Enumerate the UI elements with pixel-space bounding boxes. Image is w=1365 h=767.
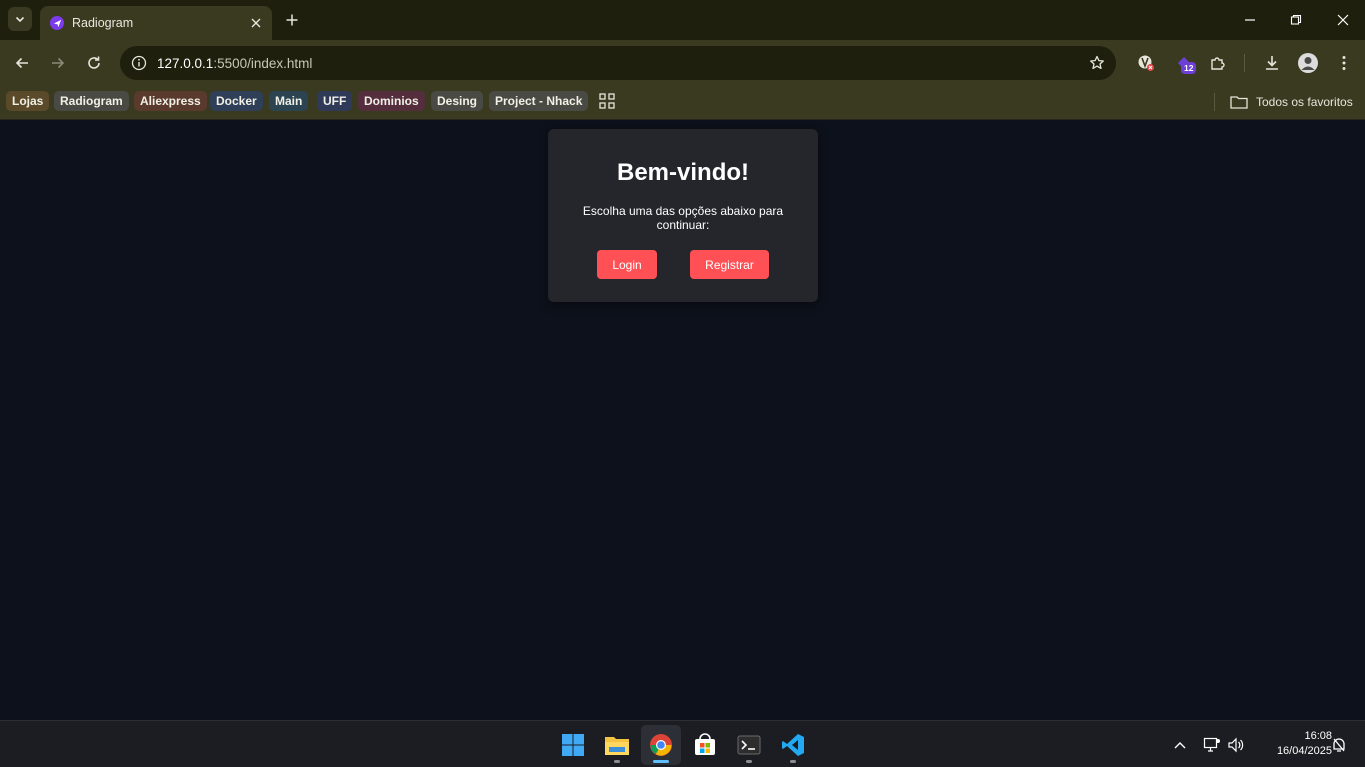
bookmark-star-icon[interactable] — [1086, 52, 1108, 74]
profile-avatar[interactable] — [1296, 51, 1320, 75]
address-bar[interactable]: 127.0.0.1:5500/index.html — [120, 46, 1116, 80]
volume-icon[interactable] — [1226, 735, 1246, 755]
folder-icon — [1230, 95, 1248, 109]
taskbar-chrome[interactable] — [641, 725, 681, 765]
start-button[interactable] — [553, 725, 593, 765]
all-bookmarks-label: Todos os favoritos — [1256, 95, 1353, 109]
bookmark-aliexpress[interactable]: Aliexpress — [134, 91, 207, 111]
notifications-icon[interactable] — [1329, 735, 1349, 755]
restore-icon[interactable] — [1284, 8, 1308, 32]
extension-blocked-icon[interactable] — [1134, 51, 1158, 75]
page-title: Bem-vindo! — [617, 159, 749, 186]
toolbar-divider — [1244, 54, 1245, 72]
taskbar-terminal[interactable] — [729, 725, 769, 765]
login-button[interactable]: Login — [597, 250, 657, 279]
running-indicator — [614, 760, 620, 763]
bookmark-radiogram[interactable]: Radiogram — [54, 91, 129, 111]
more-menu-icon[interactable] — [1332, 51, 1356, 75]
clock-date: 16/04/2025 — [1276, 745, 1332, 757]
tab-strip: Radiogram — [0, 0, 1365, 40]
minimize-icon[interactable] — [1238, 8, 1262, 32]
taskbar-vscode[interactable] — [773, 725, 813, 765]
taskbar-microsoft-store[interactable] — [685, 725, 725, 765]
system-clock[interactable]: 16:08 16/04/2025 — [1250, 729, 1332, 759]
site-info-icon[interactable] — [130, 54, 148, 72]
vscode-icon — [782, 734, 804, 756]
clock-time: 16:08 — [1304, 730, 1332, 742]
browser-toolbar: 127.0.0.1:5500/index.html 12 — [0, 40, 1365, 86]
all-bookmarks-button[interactable]: Todos os favoritos — [1230, 92, 1353, 112]
forward-icon[interactable] — [46, 51, 70, 75]
bookmark-project-nhack[interactable]: Project - Nhack — [489, 91, 589, 111]
url-text: 127.0.0.1:5500/index.html — [157, 56, 1086, 71]
bookmark-lojas[interactable]: Lojas — [6, 91, 50, 111]
extension-counter-icon[interactable]: 12 — [1172, 51, 1197, 75]
chevron-down-icon — [15, 16, 25, 23]
reload-icon[interactable] — [82, 51, 106, 75]
microsoft-store-icon — [695, 733, 715, 755]
new-tab-icon[interactable] — [282, 10, 302, 30]
active-indicator — [653, 760, 669, 763]
extensions-puzzle-icon[interactable] — [1206, 51, 1230, 75]
bookmark-main[interactable]: Main — [269, 91, 309, 111]
taskbar-file-explorer[interactable] — [597, 725, 637, 765]
bookmarks-divider — [1214, 93, 1215, 111]
apps-grid-icon[interactable] — [598, 92, 616, 110]
download-icon[interactable] — [1260, 51, 1284, 75]
tab-close-icon[interactable] — [246, 13, 266, 33]
terminal-icon — [737, 735, 761, 755]
tab-title: Radiogram — [72, 16, 134, 30]
extension-badge: 12 — [1181, 62, 1197, 74]
active-tab[interactable]: Radiogram — [40, 6, 272, 40]
register-button[interactable]: Registrar — [690, 250, 769, 279]
bookmark-docker[interactable]: Docker — [210, 91, 263, 111]
welcome-card: Bem-vindo! Escolha uma das opções abaixo… — [548, 129, 818, 302]
page-subtitle: Escolha uma das opções abaixo para conti… — [582, 204, 784, 232]
bookmark-desing[interactable]: Desing — [431, 91, 484, 111]
chrome-icon — [650, 734, 672, 756]
running-indicator — [790, 760, 796, 763]
back-icon[interactable] — [10, 51, 34, 75]
tab-search-button[interactable] — [8, 7, 32, 31]
close-window-icon[interactable] — [1331, 8, 1355, 32]
running-indicator — [746, 760, 752, 763]
taskbar: 16:08 16/04/2025 — [0, 720, 1365, 767]
file-explorer-icon — [605, 737, 629, 755]
radiogram-favicon-icon — [50, 16, 64, 30]
url-path: :5500/index.html — [213, 55, 313, 71]
bookmark-uff[interactable]: UFF — [317, 91, 353, 111]
url-host: 127.0.0.1 — [157, 55, 214, 71]
bookmarks-bar: Lojas Radiogram Aliexpress Docker Main U… — [0, 86, 1365, 120]
windows-start-icon — [562, 734, 584, 756]
network-icon[interactable] — [1202, 735, 1222, 755]
bookmark-dominios[interactable]: Dominios — [358, 91, 425, 111]
tray-overflow-chevron-icon[interactable] — [1170, 735, 1190, 755]
